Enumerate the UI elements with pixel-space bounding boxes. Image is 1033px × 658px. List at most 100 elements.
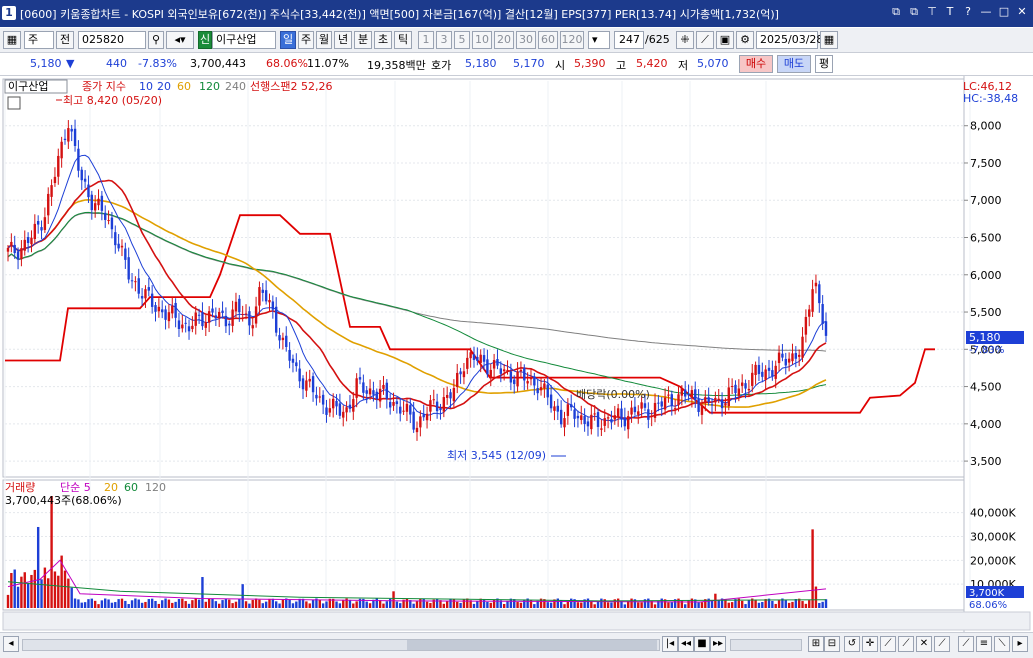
save-icon[interactable]: ▣ [716, 31, 734, 49]
fib-icon[interactable]: ≡ [976, 636, 992, 652]
candle-body [6, 247, 10, 252]
diag-icon[interactable]: ⟍ [994, 636, 1010, 652]
volume-bar [291, 603, 295, 608]
volume-bar [476, 601, 479, 608]
candle-body [590, 414, 593, 430]
candle-body [435, 401, 439, 412]
trend2-icon[interactable]: ⟋ [898, 636, 914, 652]
interval-120[interactable]: 120 [560, 31, 584, 49]
maximize-icon[interactable]: □ [997, 5, 1011, 19]
zoom-slider[interactable] [730, 639, 802, 651]
period-month[interactable]: 월 [316, 31, 332, 49]
candle-body [546, 384, 549, 398]
avg-button[interactable]: 평 [815, 55, 833, 73]
help-icon[interactable]: ? [961, 5, 975, 19]
search-icon[interactable]: ⚲ [148, 31, 164, 49]
buy-button[interactable]: 매수 [739, 55, 773, 73]
period-year[interactable]: 년 [334, 31, 352, 49]
candle-body [687, 393, 690, 396]
next-icon[interactable]: ▸▸ [710, 636, 726, 652]
candle-body [821, 304, 824, 324]
trend3-icon[interactable]: ⟋ [934, 636, 950, 652]
arrow-line-icon[interactable]: ⟋ [958, 636, 974, 652]
vol-ma20: 20 [104, 481, 118, 494]
prev-icon[interactable]: ◂◂ [678, 636, 694, 652]
candle-body [271, 301, 275, 310]
interval-30[interactable]: 30 [516, 31, 536, 49]
sell-button[interactable]: 매도 [777, 55, 811, 73]
candle-body [16, 251, 20, 260]
interval-60[interactable]: 60 [538, 31, 558, 49]
new-window-icon[interactable]: ⧉ [907, 5, 921, 19]
trend-icon[interactable]: ⟋ [880, 636, 896, 652]
pin-icon[interactable]: ⊤ [925, 5, 939, 19]
interval-1[interactable]: 1 [418, 31, 434, 49]
first-icon[interactable]: |◂ [662, 636, 678, 652]
interval-3[interactable]: 3 [436, 31, 452, 49]
open-label: 시 [555, 59, 566, 72]
candle-body [643, 403, 647, 408]
date-input[interactable]: 2025/03/28 [756, 31, 823, 49]
zoom-out-icon[interactable]: ⊟ [824, 636, 840, 652]
zoom-in-icon[interactable]: ⊞ [808, 636, 824, 652]
period-tick[interactable]: 틱 [394, 31, 412, 49]
candle-body [492, 360, 496, 369]
candle-body [559, 409, 563, 425]
candle-body [606, 417, 610, 419]
stop-icon[interactable]: ■ [694, 636, 710, 652]
font-icon[interactable]: T [943, 5, 957, 19]
indicator-icon[interactable]: ⁜ [676, 31, 694, 49]
scrollbar-thumb[interactable] [407, 640, 657, 650]
link-icon[interactable]: ⧉ [889, 5, 903, 19]
reset-icon[interactable]: ↺ [844, 636, 860, 652]
settings-icon[interactable]: ⚙ [736, 31, 754, 49]
candle-body [482, 355, 486, 362]
grid-icon[interactable]: ▦ [3, 31, 21, 49]
calendar-icon[interactable]: ▦ [820, 31, 838, 49]
volume-bar [563, 604, 566, 608]
stock-name-field[interactable]: 이구산업 [212, 31, 276, 49]
scroll-right-icon[interactable]: ▸ [1012, 636, 1028, 652]
candle-body [248, 311, 251, 326]
volume-bar [134, 598, 137, 608]
volume-bar [321, 603, 325, 608]
period-second[interactable]: 초 [374, 31, 392, 49]
scroll-left-icon[interactable]: ◂ [3, 636, 19, 652]
code-input[interactable]: 025820 [78, 31, 146, 49]
table-icon[interactable] [7, 96, 21, 110]
count-input[interactable]: 247 [614, 31, 644, 49]
volume-bar [244, 601, 248, 608]
candle-body [466, 357, 469, 369]
candle-body [794, 352, 798, 359]
period-minute[interactable]: 분 [354, 31, 372, 49]
interval-dropdown[interactable]: ▾ [588, 31, 610, 49]
interval-10[interactable]: 10 [472, 31, 492, 49]
candle-body [26, 237, 30, 244]
period-day[interactable]: 일 [280, 31, 296, 49]
interval-5[interactable]: 5 [454, 31, 470, 49]
legend-ma240: 240 [225, 80, 246, 93]
price-chart[interactable]: 8,0007,5007,0006,5006,0005,5005,0004,500… [0, 76, 1033, 632]
cross-icon[interactable]: ✕ [916, 636, 932, 652]
volume-bar [114, 602, 117, 608]
crosshair-icon[interactable]: ✛ [862, 636, 878, 652]
candle-body [449, 392, 452, 399]
volume-bar [740, 600, 744, 608]
prev-button[interactable]: 전 [56, 31, 74, 49]
volume-bar [80, 602, 83, 608]
interval-20[interactable]: 20 [494, 31, 514, 49]
candle-body [616, 408, 620, 418]
volume-bar [67, 578, 70, 608]
candle-body [740, 382, 744, 386]
close-icon[interactable]: ✕ [1015, 5, 1029, 19]
draw-icon[interactable]: ⟋ [696, 31, 714, 49]
volume-bar [761, 601, 764, 608]
market-select[interactable]: 주 [24, 31, 54, 49]
period-week[interactable]: 주 [298, 31, 314, 49]
speaker-icon[interactable]: ◂▾ [166, 31, 194, 49]
minimize-icon[interactable]: — [979, 5, 993, 19]
volume-bar [348, 599, 352, 608]
scrollbar-track[interactable] [22, 639, 660, 651]
candle-body [734, 384, 737, 394]
candle-body [469, 352, 472, 359]
